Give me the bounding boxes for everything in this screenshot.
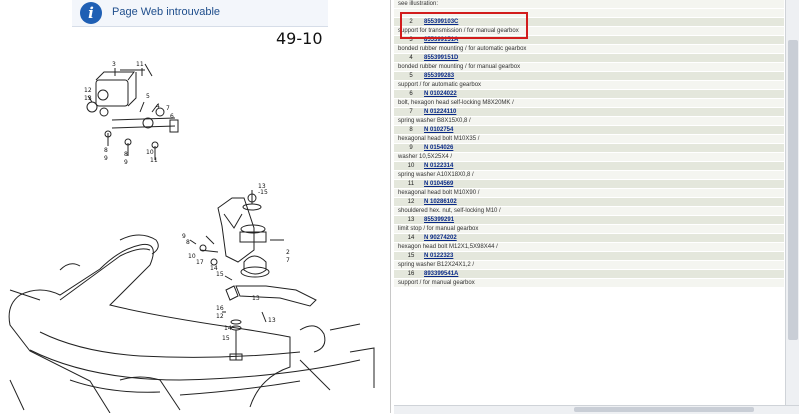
svg-text:8: 8: [124, 151, 128, 158]
svg-text:15: 15: [222, 335, 230, 342]
part-description: support / for automatic gearbox: [394, 81, 784, 90]
svg-text:7: 7: [286, 257, 290, 264]
part-position-number: 15: [407, 253, 415, 259]
parts-list: see illustration: 2 855399103C support for…: [394, 0, 784, 288]
parts-row: 6 N 01024022: [394, 90, 784, 99]
part-number-link[interactable]: N 0154026: [424, 145, 453, 151]
part-position-number: 4: [409, 55, 413, 61]
part-number-link[interactable]: N 0122323: [424, 253, 453, 259]
part-position-number: 16: [407, 271, 415, 277]
exploded-parts-diagram: 3 11 1213 54 76 89 89 1011 13-15 98 1017 …: [8, 29, 375, 413]
svg-text:2: 2: [286, 249, 290, 256]
part-description: limit stop / for manual gearbox: [394, 225, 784, 234]
part-number-link[interactable]: N 0102754: [424, 127, 453, 133]
svg-text:12: 12: [216, 313, 224, 320]
part-position-number: 10: [407, 163, 415, 169]
svg-text:11: 11: [150, 157, 158, 164]
svg-text:17: 17: [196, 259, 204, 266]
svg-text:8: 8: [186, 239, 190, 246]
part-position-number: 11: [407, 181, 415, 187]
svg-text:12: 12: [84, 87, 92, 94]
part-description: spring washer B12X24X1,2 /: [394, 261, 784, 270]
part-description: hexagon head bolt M12X1,5X98X44 /: [394, 243, 784, 252]
parts-row: 12 N 10286102: [394, 198, 784, 207]
parts-row: 8 N 0102754: [394, 126, 784, 135]
diagram-page-label: 49-10: [276, 29, 323, 48]
parts-row: 15 N 0122323: [394, 252, 784, 261]
svg-text:9: 9: [104, 155, 108, 162]
svg-text:9: 9: [124, 159, 128, 166]
part-number-link[interactable]: 893399541A: [424, 271, 458, 277]
part-description: shouldered hex. nut, self-locking M10 /: [394, 207, 784, 216]
part-position-number: 14: [407, 235, 415, 241]
part-number-link[interactable]: 855399291: [424, 217, 454, 223]
part-position-number: 8: [409, 127, 413, 133]
svg-text:10: 10: [188, 253, 196, 260]
part-number-link[interactable]: N 01024022: [424, 91, 457, 97]
part-position-number: 12: [407, 199, 415, 205]
horizontal-scroll-thumb[interactable]: [574, 407, 754, 412]
svg-text:7: 7: [166, 105, 170, 112]
part-description: bonded rubber mounting / for manual gear…: [394, 63, 784, 72]
svg-text:13: 13: [268, 317, 276, 324]
svg-text:3: 3: [112, 61, 116, 68]
svg-text:4: 4: [156, 103, 160, 110]
svg-text:10: 10: [146, 149, 154, 156]
parts-row: 4 855399151D: [394, 54, 784, 63]
part-number-link[interactable]: N 01224110: [424, 109, 456, 115]
svg-text:14: 14: [224, 325, 232, 332]
part-number-link[interactable]: N 0122314: [424, 163, 453, 169]
part-position-number: 7: [409, 109, 413, 115]
part-number-link[interactable]: 855399283: [424, 73, 454, 79]
part-number-link[interactable]: N 10286102: [424, 199, 457, 205]
part-description: hexagonal head bolt M10X90 /: [394, 189, 784, 198]
part-description: spring washer A10X18X0,8 /: [394, 171, 784, 180]
part-description: hexagonal head bolt M10X35 /: [394, 135, 784, 144]
vertical-scroll-thumb[interactable]: [788, 40, 798, 340]
list-intro: see illustration:: [394, 0, 784, 9]
parts-row: 11 N 0104569: [394, 180, 784, 189]
parts-row: 10 N 0122314: [394, 162, 784, 171]
svg-text:15: 15: [216, 271, 224, 278]
parts-row: 14 N 90274202: [394, 234, 784, 243]
part-description: washer 10,5X25X4 /: [394, 153, 784, 162]
part-position-number: 6: [409, 91, 413, 97]
svg-text:-15: -15: [258, 189, 268, 196]
part-description: spring washer B8X15X0,8 /: [394, 117, 784, 126]
parts-row: 5 855399283: [394, 72, 784, 81]
highlight-annotation-box: [400, 12, 528, 39]
svg-text:11: 11: [136, 61, 144, 68]
part-description: support / for manual gearbox: [394, 279, 784, 288]
part-number-link[interactable]: N 90274202: [424, 235, 457, 241]
svg-text:13: 13: [84, 95, 92, 102]
svg-text:8: 8: [104, 147, 108, 154]
part-position-number: 9: [409, 145, 413, 151]
parts-row: 7 N 01224110: [394, 108, 784, 117]
svg-text:16: 16: [216, 305, 224, 312]
svg-text:6: 6: [170, 113, 174, 120]
part-number-link[interactable]: 855399151D: [424, 55, 458, 61]
parts-row: 16 893399541A: [394, 270, 784, 279]
part-description: bonded rubber mounting / for automatic g…: [394, 45, 784, 54]
diagram-pane: i Page Web introuvable 3 11 12 13 5 4 7 …: [0, 0, 391, 413]
svg-text:13: 13: [252, 295, 260, 302]
part-number-link[interactable]: N 0104569: [424, 181, 453, 187]
part-position-number: 13: [407, 217, 415, 223]
parts-list-pane: see illustration: 2 855399103C support for…: [394, 0, 784, 405]
svg-text:5: 5: [146, 93, 150, 100]
parts-row: 9 N 0154026: [394, 144, 784, 153]
part-description: bolt, hexagon head self-locking M8X20MK …: [394, 99, 784, 108]
vertical-scrollbar[interactable]: [785, 0, 799, 405]
parts-row: 13 855399291: [394, 216, 784, 225]
part-position-number: 5: [409, 73, 413, 79]
